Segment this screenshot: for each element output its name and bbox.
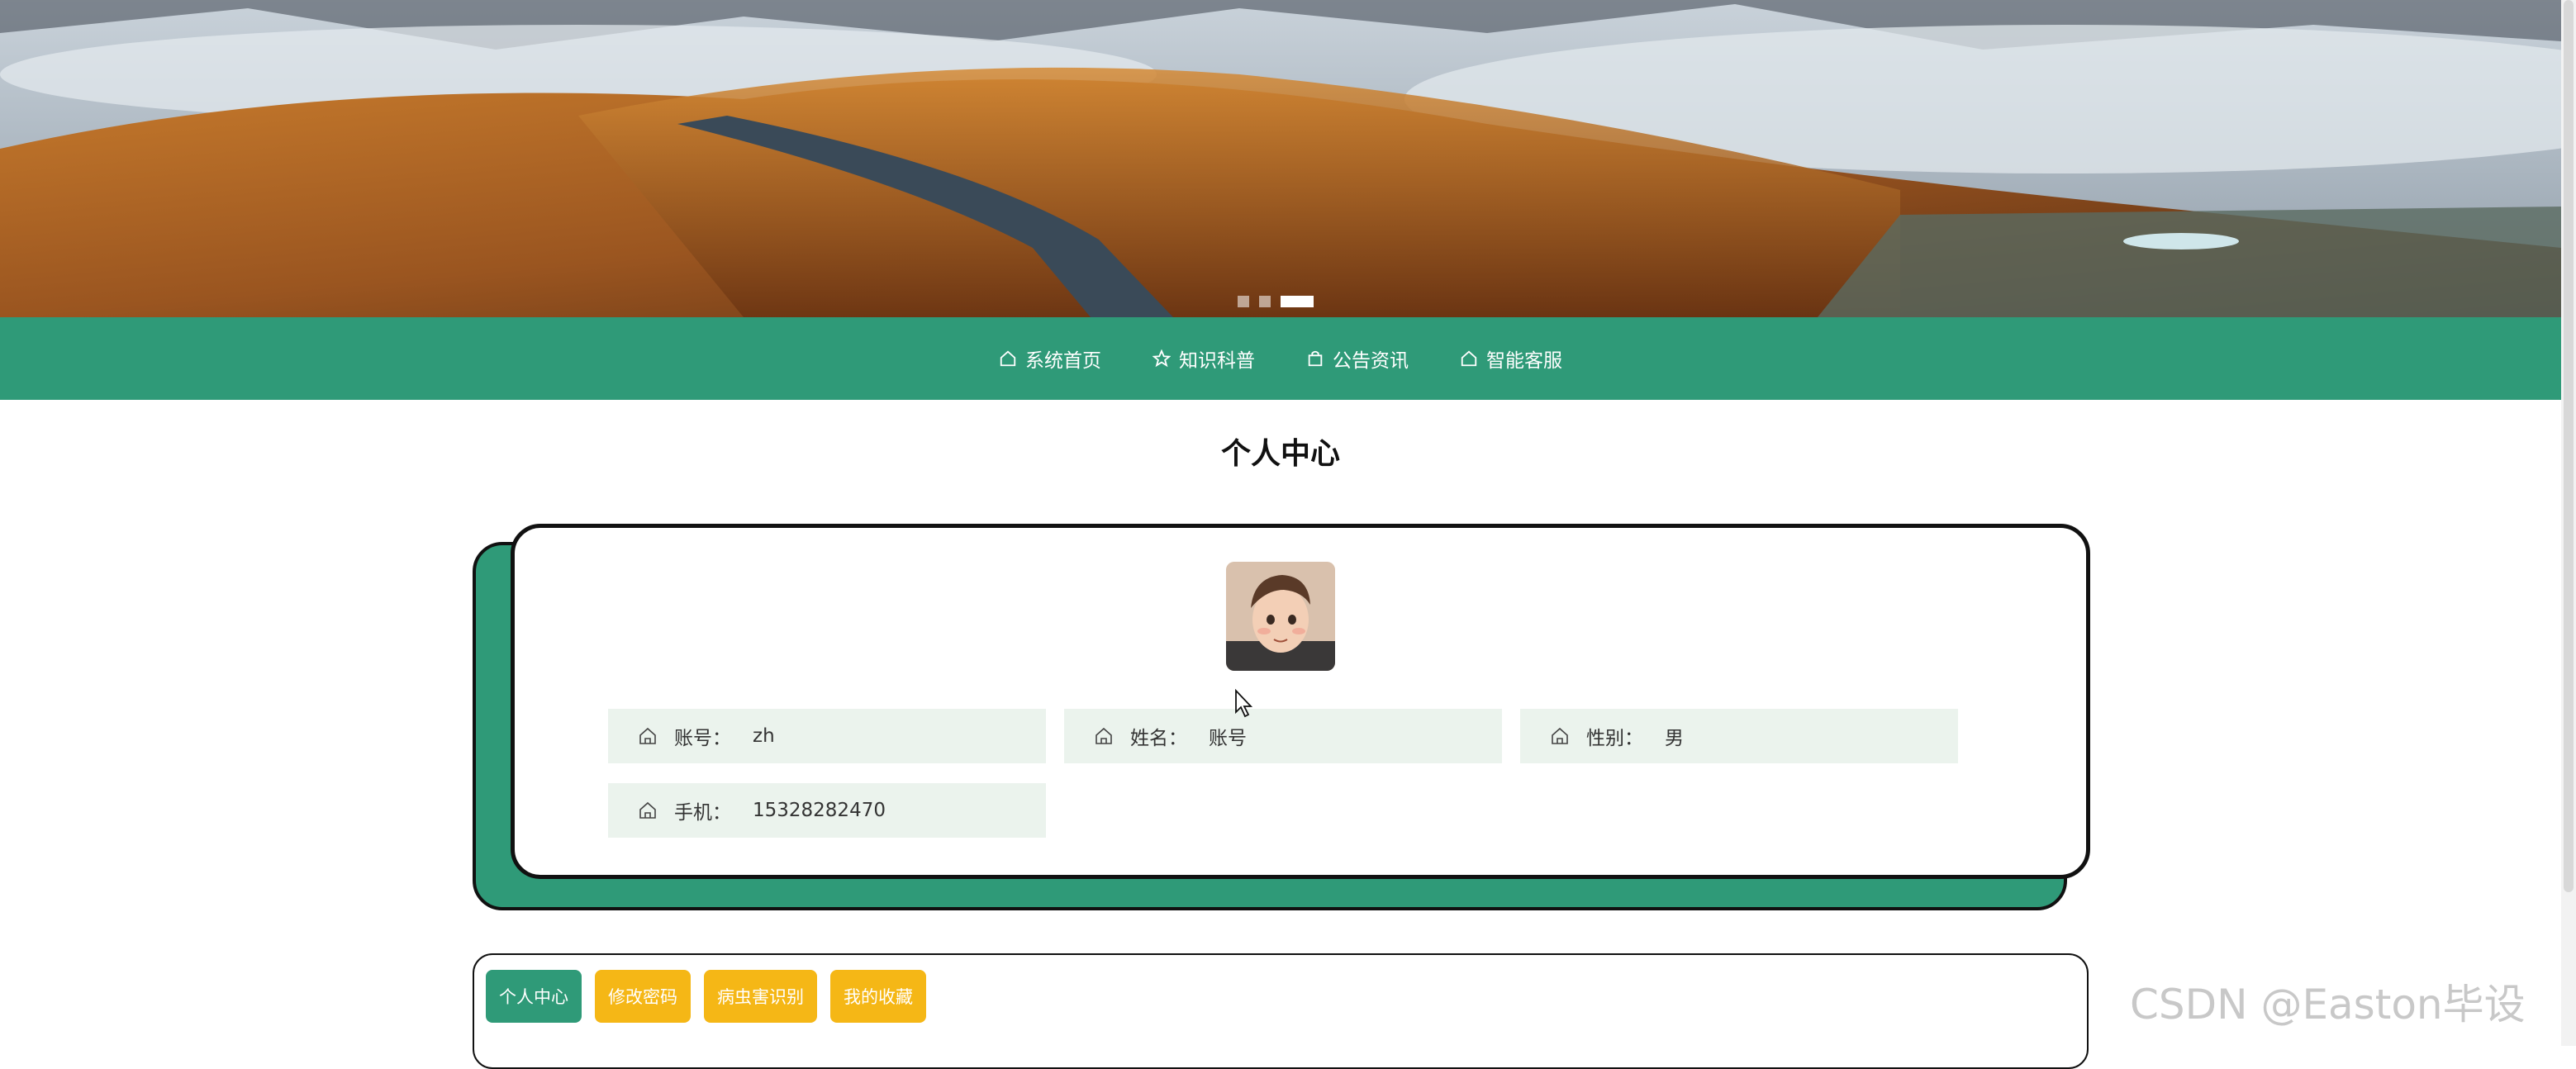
watermark: CSDN @Easton毕设 xyxy=(2130,981,2526,1029)
avatar[interactable] xyxy=(1226,562,1335,671)
field-label: 手机： xyxy=(674,802,731,824)
home-icon xyxy=(1460,349,1478,368)
main-nav: 系统首页 知识科普 公告资讯 智能客服 xyxy=(0,317,2561,400)
field-label: 账号： xyxy=(674,728,731,749)
field-value: 男 xyxy=(1665,728,1684,749)
carousel-indicator[interactable] xyxy=(1238,296,1314,307)
field-gender: 性别： 男 xyxy=(1520,709,1958,763)
nav-item-knowledge[interactable]: 知识科普 xyxy=(1152,344,1255,373)
field-value: 15328282470 xyxy=(753,800,886,821)
mouse-cursor-icon xyxy=(1235,689,1253,718)
field-phone: 手机： 15328282470 xyxy=(608,783,1046,838)
star-icon xyxy=(1152,349,1172,368)
nav-item-label: 知识科普 xyxy=(1179,350,1255,372)
bag-icon xyxy=(1306,349,1324,368)
carousel-dot[interactable] xyxy=(1259,296,1271,307)
page-scrollbar[interactable] xyxy=(2561,0,2576,1046)
field-label: 姓名： xyxy=(1130,728,1187,749)
tab-change-password[interactable]: 修改密码 xyxy=(595,970,691,1023)
tab-pest-recognition[interactable]: 病虫害识别 xyxy=(704,970,817,1023)
field-name: 姓名： 账号 xyxy=(1064,709,1502,763)
nav-item-label: 智能客服 xyxy=(1486,350,1562,372)
carousel-dot[interactable] xyxy=(1238,296,1249,307)
landscape-image xyxy=(0,0,2561,317)
nav-item-label: 系统首页 xyxy=(1025,350,1101,372)
field-label: 性别： xyxy=(1586,728,1643,749)
tab-bar: 个人中心 修改密码 病虫害识别 我的收藏 xyxy=(486,970,926,1023)
field-account: 账号： zh xyxy=(608,709,1046,763)
tab-favorites[interactable]: 我的收藏 xyxy=(830,970,926,1023)
tab-profile[interactable]: 个人中心 xyxy=(486,970,582,1023)
page-title: 个人中心 xyxy=(1220,437,1340,471)
home-icon xyxy=(1094,726,1114,746)
home-icon xyxy=(1550,726,1570,746)
field-value: 账号 xyxy=(1209,728,1247,749)
banner-carousel xyxy=(0,0,2561,317)
carousel-dot-active[interactable] xyxy=(1281,296,1314,307)
nav-item-home[interactable]: 系统首页 xyxy=(999,344,1101,373)
nav-item-service[interactable]: 智能客服 xyxy=(1460,344,1562,373)
field-value: zh xyxy=(753,725,775,747)
nav-item-news[interactable]: 公告资讯 xyxy=(1306,344,1409,373)
avatar-illustration xyxy=(1226,562,1335,671)
nav-item-label: 公告资讯 xyxy=(1333,350,1409,372)
home-icon xyxy=(638,801,658,820)
home-icon xyxy=(638,726,658,746)
scrollbar-thumb[interactable] xyxy=(2564,0,2574,892)
home-icon xyxy=(999,349,1017,368)
